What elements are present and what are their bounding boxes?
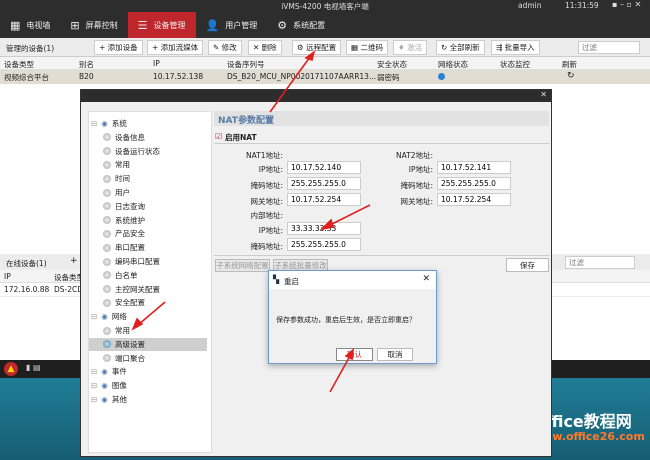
arrow-remote-config bbox=[270, 57, 310, 112]
arrowhead bbox=[306, 52, 314, 60]
arrow-confirm bbox=[330, 356, 350, 392]
arrow-internal-ip bbox=[330, 205, 370, 225]
arrowhead bbox=[322, 220, 333, 229]
arrowhead bbox=[346, 350, 353, 359]
annotation-arrows bbox=[0, 0, 650, 460]
arrowhead bbox=[133, 319, 142, 329]
arrow-network-common bbox=[138, 302, 165, 325]
